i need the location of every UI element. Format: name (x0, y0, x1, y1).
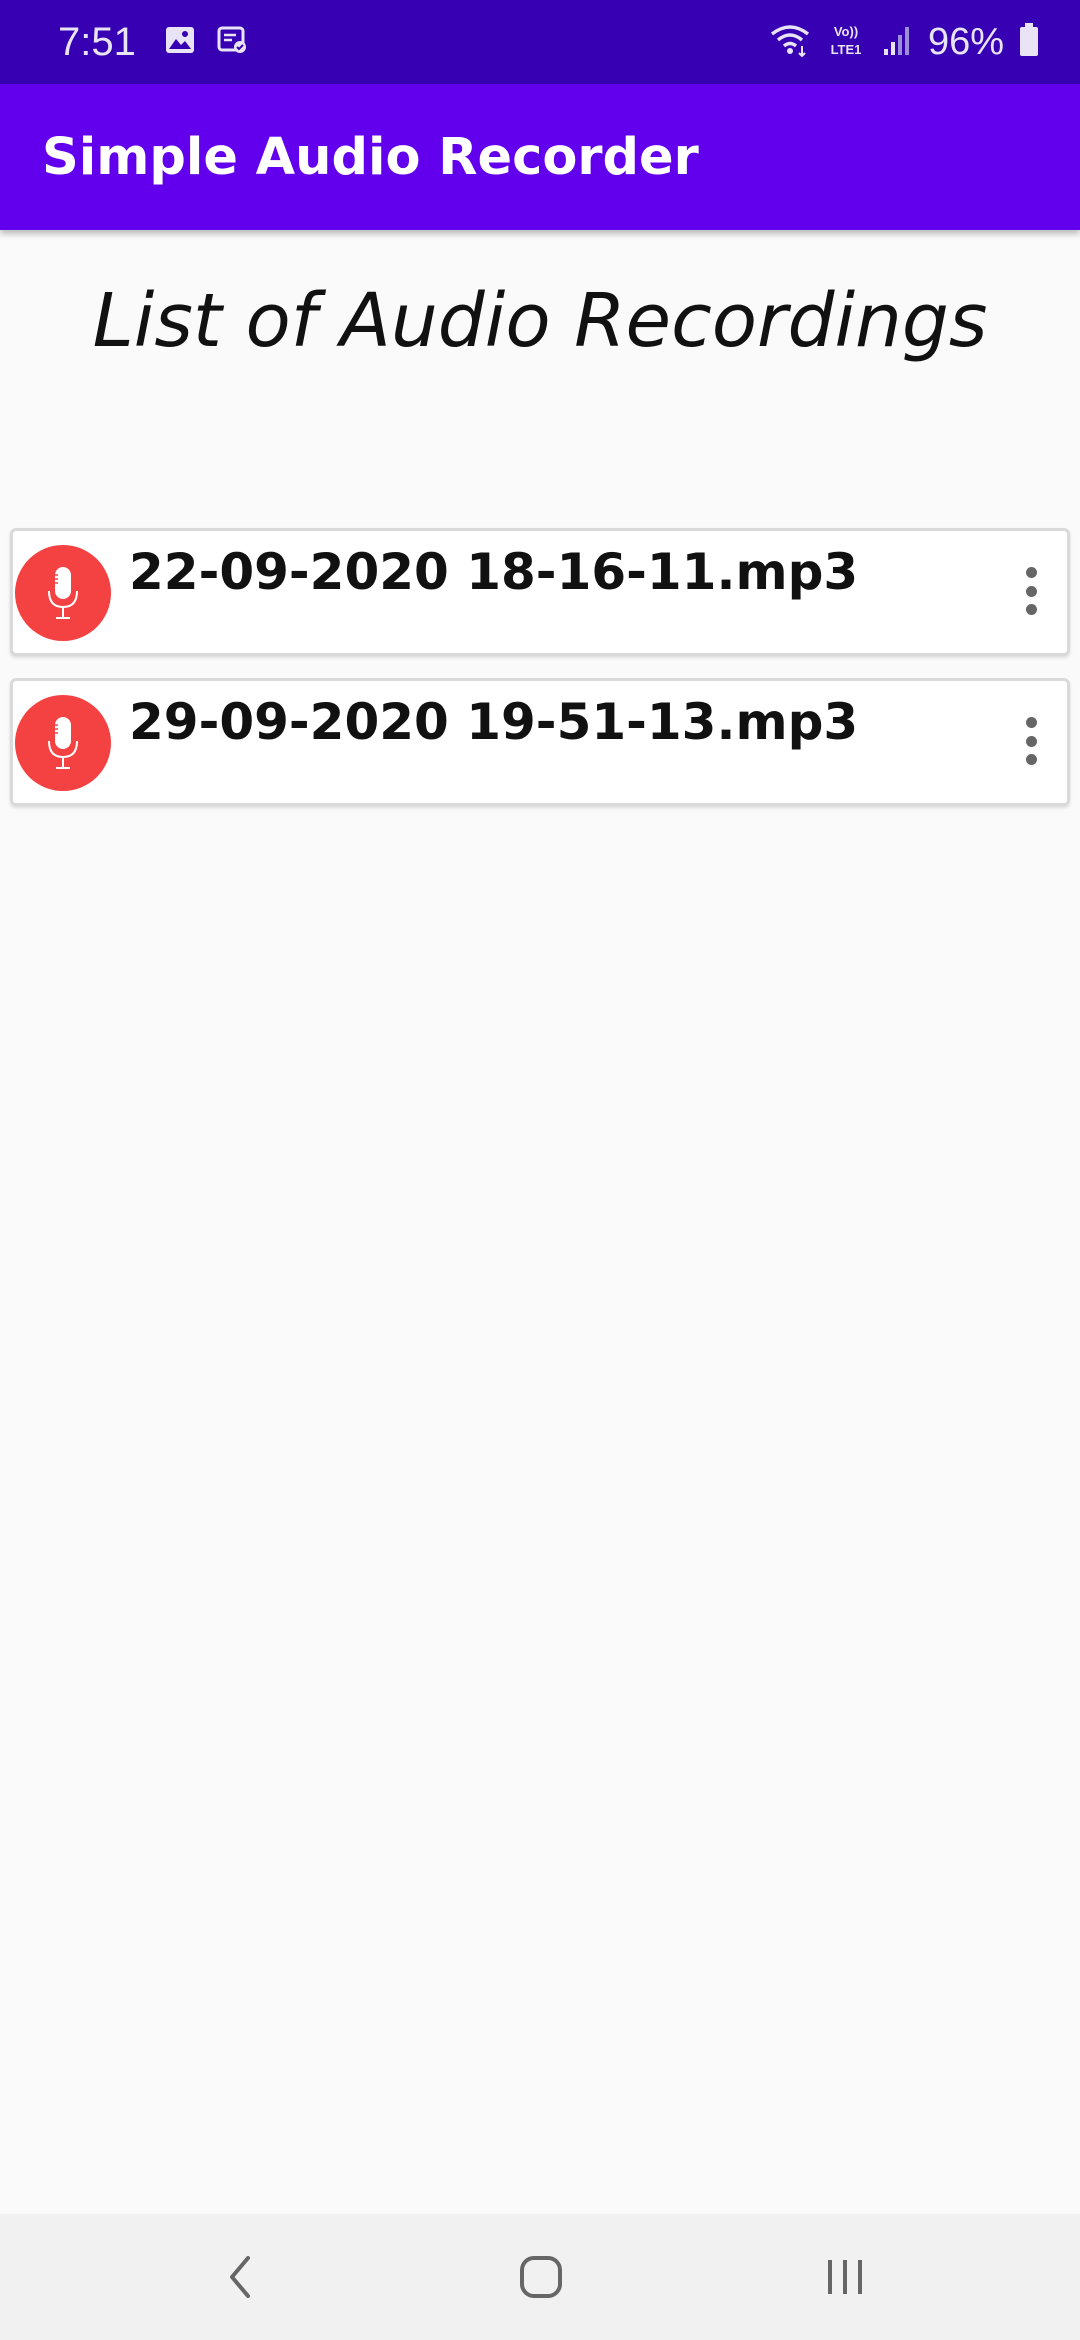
recording-name: 22-09-2020 18-16-11.mp3 (129, 543, 859, 601)
wifi-icon (768, 22, 812, 63)
microphone-icon (15, 545, 111, 641)
microphone-icon (15, 695, 111, 791)
back-icon[interactable] (205, 2242, 275, 2312)
volte-icon: Vo)) LTE1 (826, 20, 866, 65)
app-bar: Simple Audio Recorder (0, 84, 1080, 230)
battery-icon (1018, 22, 1040, 63)
message-icon (216, 24, 248, 61)
navigation-bar (0, 2214, 1080, 2340)
image-icon (164, 24, 196, 61)
more-options-icon[interactable] (1011, 711, 1051, 771)
status-bar: 7:51 Vo)) LTE1 96% (0, 0, 1080, 84)
app-title: Simple Audio Recorder (42, 127, 699, 187)
recording-item[interactable]: 29-09-2020 19-51-13.mp3 (10, 678, 1070, 806)
page-heading: List of Audio Recordings (92, 278, 988, 364)
recording-name: 29-09-2020 19-51-13.mp3 (129, 693, 859, 751)
home-icon[interactable] (506, 2242, 576, 2312)
recents-icon[interactable] (810, 2242, 880, 2312)
status-notification-icons (164, 24, 248, 61)
signal-icon (880, 23, 914, 62)
battery-percentage: 96% (927, 20, 1004, 63)
svg-text:Vo)): Vo)) (834, 24, 858, 39)
svg-text:LTE1: LTE1 (831, 42, 862, 57)
status-system-icons: Vo)) LTE1 96% (768, 20, 1040, 65)
recording-list: 22-09-2020 18-16-11.mp3 29-09-2020 19-51… (10, 528, 1070, 828)
recording-item[interactable]: 22-09-2020 18-16-11.mp3 (10, 528, 1070, 656)
status-time: 7:51 (58, 19, 136, 64)
more-options-icon[interactable] (1011, 561, 1051, 621)
